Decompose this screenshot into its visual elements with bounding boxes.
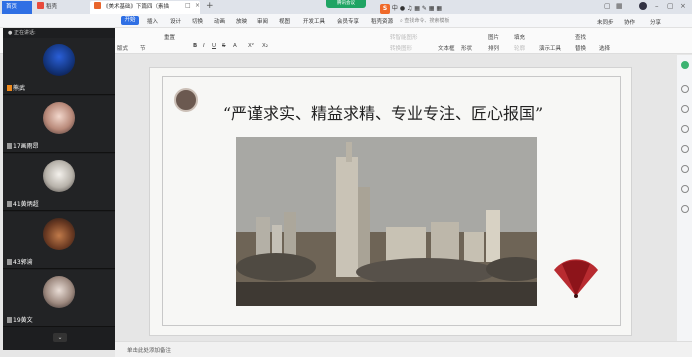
menu-insert[interactable]: 插入	[147, 17, 158, 25]
restore-icon[interactable]: ▢	[667, 2, 674, 10]
participant-avatar	[43, 276, 75, 308]
participant-avatar	[43, 218, 75, 250]
chevron-down-icon[interactable]: ⌄	[53, 333, 67, 342]
participant-name: 17画雨昂	[13, 143, 39, 150]
video-panel: ● 正在讲话: 熊武 17画雨昂 41黄炳超 43郭渝 19黄文 ⌄	[3, 28, 115, 350]
city-photo-image	[236, 137, 537, 306]
minimize-icon[interactable]: –	[655, 2, 659, 10]
superscript-button[interactable]: X²	[248, 43, 254, 49]
grid-icon[interactable]: ▦	[616, 2, 623, 10]
menu-docer-resources[interactable]: 稻壳资源	[371, 17, 393, 25]
meeting-indicator[interactable]: 腾讯会议	[326, 0, 366, 8]
collaborate-button[interactable]: 协作	[624, 18, 635, 26]
outline-button[interactable]: 轮廓	[514, 44, 525, 52]
status-bar: 单击此处添加备注	[115, 341, 692, 357]
menu-start[interactable]: 开始	[121, 16, 139, 25]
participant-name: 41黄炳超	[13, 201, 39, 208]
reset-button[interactable]: 重置	[164, 33, 175, 41]
participant-tile[interactable]: 19黄文	[3, 270, 115, 327]
red-fan-ornament	[554, 259, 598, 298]
command-search[interactable]: ⌕ 查找命令、搜索模板	[400, 17, 460, 26]
tab-home[interactable]: 首页	[2, 1, 32, 14]
menu-bar: 开始 插入 设计 切换 动画 放映 审阅 视图 开发工具 会员专享 稻壳资源 未…	[0, 14, 692, 28]
section-button[interactable]: 节	[140, 44, 146, 52]
menu-slideshow[interactable]: 放映	[236, 17, 247, 25]
unsynced-status[interactable]: 未同步	[597, 18, 614, 26]
sogou-icon: S	[380, 4, 390, 14]
help-icon[interactable]	[681, 205, 689, 213]
strikethrough-button[interactable]: S	[222, 43, 226, 49]
picture-button[interactable]: 图片	[488, 33, 499, 41]
settings-icon[interactable]	[681, 185, 689, 193]
ime-toolbar[interactable]: S 中 ● ♫ ▦ ✎ ▦ ▦	[380, 3, 480, 14]
menu-review[interactable]: 审阅	[257, 17, 268, 25]
panel-icon[interactable]: ▢	[604, 2, 611, 10]
menu-animation[interactable]: 动画	[214, 17, 225, 25]
shape-icon[interactable]	[681, 125, 689, 133]
animation-icon[interactable]	[681, 105, 689, 113]
textbox-button[interactable]: 文本框	[438, 44, 455, 52]
speaking-header: ● 正在讲话:	[8, 30, 36, 36]
decorative-circle	[174, 88, 198, 112]
host-icon	[7, 85, 12, 91]
arrange-button[interactable]: 排列	[488, 44, 499, 52]
layout-button[interactable]: 版式	[117, 44, 128, 52]
mic-muted-icon	[7, 143, 12, 149]
shape-button[interactable]: 形状	[461, 44, 472, 52]
menu-developer[interactable]: 开发工具	[303, 17, 325, 25]
app-window: 首页 稻壳 《美术基础》下篇四（素描 □ × + 腾讯会议 ▢ ▦ – ▢ × …	[0, 0, 692, 357]
underline-button[interactable]: U	[212, 43, 216, 49]
smartart-button[interactable]: 转智能图形	[390, 33, 418, 41]
assistant-icon[interactable]	[681, 61, 689, 69]
slide-headline[interactable]: “严谨求实、精益求精、专业专注、匠心报国”	[218, 100, 548, 124]
bold-button[interactable]: B	[193, 43, 197, 49]
participant-tile[interactable]: 43郭渝	[3, 212, 115, 269]
share-button[interactable]: 分享	[650, 18, 661, 26]
font-color-button[interactable]: A	[233, 43, 237, 49]
tab-close-icon[interactable]: ×	[195, 2, 200, 9]
tab-close-icon[interactable]: □	[185, 2, 191, 9]
subscript-button[interactable]: X₂	[262, 43, 268, 49]
ime-mode[interactable]: 中	[392, 5, 398, 12]
new-tab-button[interactable]: +	[206, 1, 214, 11]
user-avatar[interactable]	[639, 2, 647, 10]
design-icon[interactable]	[681, 85, 689, 93]
tab-docer[interactable]: 稻壳	[33, 1, 85, 14]
menu-view[interactable]: 视图	[279, 17, 290, 25]
menu-member[interactable]: 会员专享	[337, 17, 359, 25]
notes-placeholder[interactable]: 单击此处添加备注	[127, 346, 171, 354]
mic-muted-icon	[7, 259, 12, 265]
participant-avatar	[43, 160, 75, 192]
tab-document[interactable]: 《美术基础》下篇四（素描	[90, 1, 200, 14]
menu-transition[interactable]: 切换	[192, 17, 203, 25]
right-side-rail	[677, 55, 692, 341]
participant-name: 熊武	[13, 85, 26, 92]
find-button[interactable]: 查找	[575, 33, 586, 41]
participant-avatar	[43, 44, 75, 76]
participant-name: 43郭渝	[13, 259, 33, 266]
menu-design[interactable]: 设计	[170, 17, 181, 25]
convert-shape-button[interactable]: 转换图形	[390, 44, 412, 52]
close-window-icon[interactable]: ×	[680, 2, 686, 10]
replace-button[interactable]: 替换	[575, 44, 586, 52]
select-button[interactable]: 选择	[599, 44, 610, 52]
mic-muted-icon	[7, 201, 12, 207]
mic-icon[interactable]: ● ♫ ▦ ✎ ▦ ▦	[400, 5, 442, 12]
participant-name: 19黄文	[13, 317, 33, 324]
slide[interactable]: “严谨求实、精益求精、专业专注、匠心报国”	[149, 67, 632, 336]
city-photo[interactable]	[236, 137, 537, 306]
participant-avatar	[43, 102, 75, 134]
backup-icon[interactable]	[681, 165, 689, 173]
italic-button[interactable]: I	[203, 43, 205, 49]
participant-tile[interactable]: 熊武	[3, 38, 115, 95]
mic-muted-icon	[7, 317, 12, 323]
fill-button[interactable]: 填充	[514, 33, 525, 41]
title-bar: 首页 稻壳 《美术基础》下篇四（素描 □ × + 腾讯会议 ▢ ▦ – ▢ ×	[0, 0, 692, 14]
image-icon[interactable]	[681, 145, 689, 153]
presentation-icon	[94, 2, 101, 9]
presentation-tools-button[interactable]: 演示工具	[539, 44, 561, 52]
participant-tile[interactable]: 41黄炳超	[3, 154, 115, 211]
participant-tile[interactable]: 17画雨昂	[3, 96, 115, 153]
docer-icon	[37, 2, 44, 9]
